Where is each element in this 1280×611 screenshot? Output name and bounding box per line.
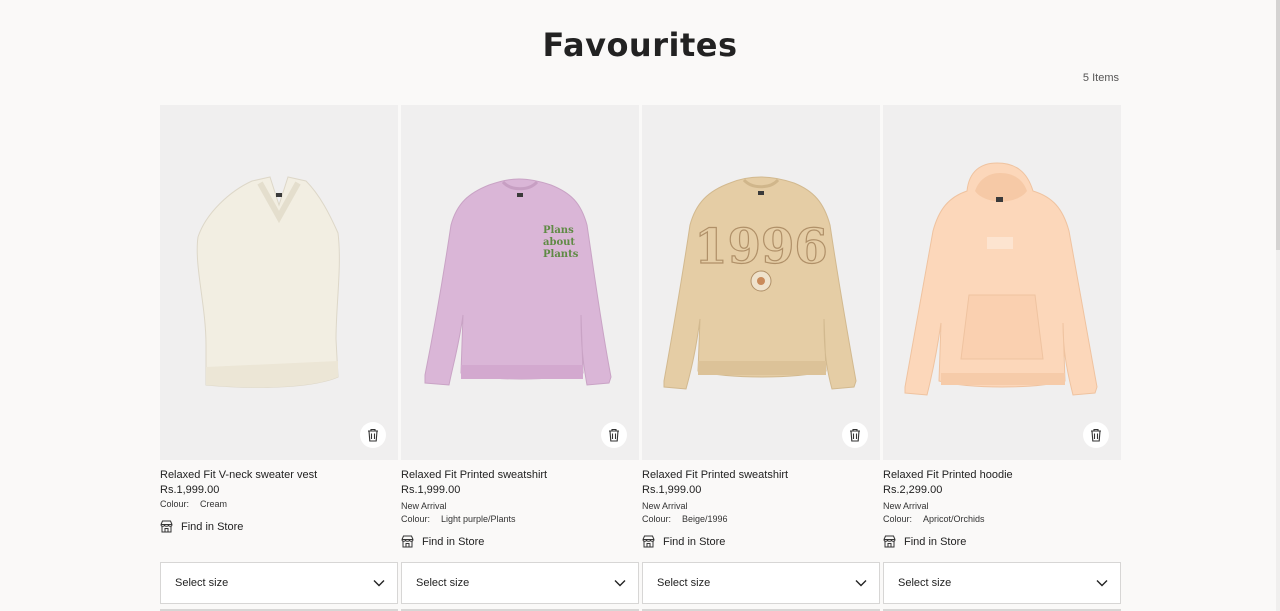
chevron-down-icon	[373, 580, 385, 587]
size-select-label: Select size	[898, 577, 952, 589]
store-icon	[883, 535, 896, 548]
find-in-store-label: Find in Store	[904, 535, 967, 548]
trash-icon	[850, 428, 860, 442]
find-in-store-link[interactable]: Find in Store	[883, 535, 1121, 548]
size-select[interactable]: Select size	[642, 562, 880, 604]
product-card: Plans about Plants Relaxed Fit Printed s…	[401, 105, 639, 611]
trash-icon	[368, 428, 378, 442]
print-year: 1996	[694, 219, 828, 275]
delete-button[interactable]	[601, 422, 627, 448]
sweatshirt-image: 1996	[663, 176, 857, 390]
chevron-down-icon	[614, 580, 626, 587]
product-title[interactable]: Relaxed Fit Printed hoodie	[883, 468, 1121, 482]
product-colour: Colour: Beige/1996	[642, 514, 728, 524]
product-card: Relaxed Fit V-neck sweater vest Rs.1,999…	[160, 105, 398, 611]
trash-icon	[609, 428, 619, 442]
store-icon	[401, 535, 414, 548]
size-select-label: Select size	[657, 577, 711, 589]
chevron-down-icon	[1096, 580, 1108, 587]
size-select-label: Select size	[416, 577, 470, 589]
favourites-grid: Relaxed Fit V-neck sweater vest Rs.1,999…	[160, 105, 1121, 611]
product-price: Rs.1,999.00	[401, 484, 461, 496]
delete-button[interactable]	[1083, 422, 1109, 448]
size-select[interactable]: Select size	[160, 562, 398, 604]
hoodie-image	[904, 162, 1098, 396]
size-select-label: Select size	[175, 577, 229, 589]
find-in-store-link[interactable]: Find in Store	[401, 535, 639, 548]
product-image[interactable]	[883, 105, 1121, 460]
find-in-store-label: Find in Store	[422, 535, 485, 548]
scrollbar-thumb[interactable]	[1276, 0, 1280, 250]
product-title[interactable]: Relaxed Fit Printed sweatshirt	[642, 468, 880, 482]
product-card: Relaxed Fit Printed hoodie Rs.2,299.00 N…	[883, 105, 1121, 611]
product-title[interactable]: Relaxed Fit V-neck sweater vest	[160, 468, 398, 482]
find-in-store-label: Find in Store	[181, 520, 244, 533]
new-arrival-badge: New Arrival	[642, 501, 688, 511]
delete-button[interactable]	[842, 422, 868, 448]
product-colour: Colour: Cream	[160, 499, 228, 509]
scrollbar[interactable]	[1276, 0, 1280, 611]
chevron-down-icon	[855, 580, 867, 587]
product-card: 1996 Relaxed Fit Printed sweatshirt Rs.1…	[642, 105, 880, 611]
store-icon	[642, 535, 655, 548]
size-select[interactable]: Select size	[883, 562, 1121, 604]
print-text-line: Plans	[543, 225, 574, 236]
sweater-vest-image	[196, 176, 340, 388]
product-colour: Colour: Light purple/Plants	[401, 514, 516, 524]
product-image[interactable]: Plans about Plants	[401, 105, 639, 460]
page-title: Favourites	[542, 26, 738, 64]
product-price: Rs.1,999.00	[642, 484, 702, 496]
find-in-store-link[interactable]: Find in Store	[160, 520, 398, 533]
product-image[interactable]: 1996	[642, 105, 880, 460]
delete-button[interactable]	[360, 422, 386, 448]
product-colour: Colour: Apricot/Orchids	[883, 514, 985, 524]
new-arrival-badge: New Arrival	[883, 501, 929, 511]
find-in-store-link[interactable]: Find in Store	[642, 535, 880, 548]
product-image[interactable]	[160, 105, 398, 460]
item-count: 5 Items	[1082, 72, 1119, 84]
print-text-line: about	[543, 237, 575, 248]
print-text-line: Plants	[543, 249, 579, 260]
trash-icon	[1091, 428, 1101, 442]
product-title[interactable]: Relaxed Fit Printed sweatshirt	[401, 468, 639, 482]
store-icon	[160, 520, 173, 533]
new-arrival-badge: New Arrival	[401, 501, 447, 511]
find-in-store-label: Find in Store	[663, 535, 726, 548]
product-price: Rs.2,299.00	[883, 484, 943, 496]
sweatshirt-image: Plans about Plants	[424, 178, 612, 386]
product-price: Rs.1,999.00	[160, 484, 220, 496]
size-select[interactable]: Select size	[401, 562, 639, 604]
